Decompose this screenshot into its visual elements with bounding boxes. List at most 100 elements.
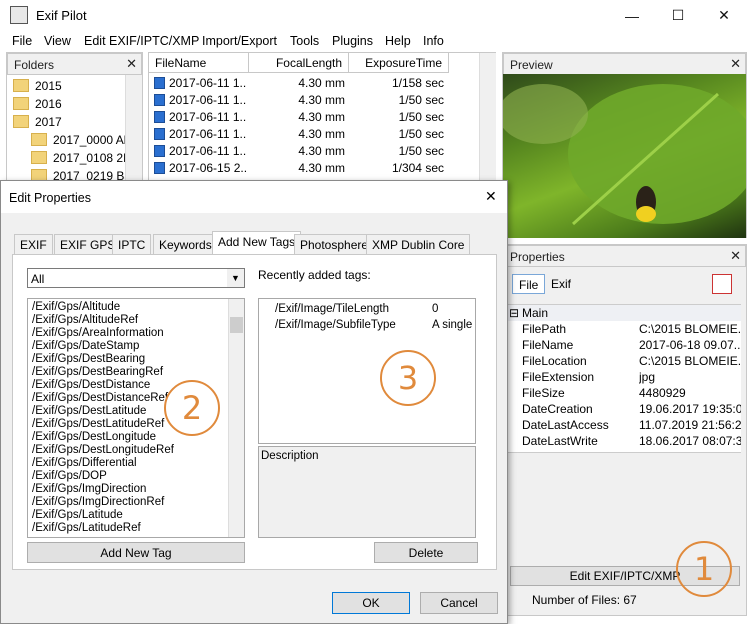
folder-icon bbox=[13, 97, 29, 110]
tab-xmp-dublin-core[interactable]: XMP Dublin Core bbox=[366, 234, 471, 254]
list-item[interactable]: /Exif/Gps/DestDistanceRef bbox=[32, 392, 168, 404]
tab-keywords[interactable]: Keywords bbox=[153, 234, 218, 254]
property-row[interactable]: DateCreation 19.06.2017 19:35:02 bbox=[507, 401, 741, 417]
property-row[interactable]: DateLastWrite 18.06.2017 08:07:38 bbox=[507, 433, 741, 449]
list-item[interactable]: /Exif/Gps/DestLongitudeRef bbox=[32, 444, 174, 456]
property-row[interactable]: FileLocation C:\2015 BLOMEIE... bbox=[507, 353, 741, 369]
cancel-button[interactable]: Cancel bbox=[420, 592, 498, 614]
close-button[interactable]: ✕ bbox=[701, 0, 747, 31]
list-item[interactable]: /Exif/Gps/DestLatitudeRef bbox=[32, 418, 164, 430]
callout-1: 1 bbox=[676, 541, 732, 597]
list-item[interactable]: /Exif/Gps/DestBearing bbox=[32, 353, 145, 365]
file-list-scrollbar[interactable] bbox=[479, 53, 496, 186]
menu-help[interactable]: Help bbox=[385, 34, 411, 48]
recent-tag-name: /Exif/Image/TileLength bbox=[275, 303, 389, 315]
add-new-tag-button[interactable]: Add New Tag bbox=[27, 542, 245, 563]
table-row[interactable]: 2017-06-11 1... 4.30 mm 1/50 sec bbox=[149, 92, 479, 109]
export-icon[interactable] bbox=[712, 274, 732, 294]
ok-button[interactable]: OK bbox=[332, 592, 410, 614]
menu-plugins[interactable]: Plugins bbox=[332, 34, 373, 48]
property-row[interactable]: FileName 2017-06-18 09.07... bbox=[507, 337, 741, 353]
recent-tags-label: Recently added tags: bbox=[258, 268, 371, 282]
table-row[interactable]: 2017-06-11 1... 4.30 mm 1/50 sec bbox=[149, 143, 479, 160]
list-item[interactable]: /Exif/Gps/AltitudeRef bbox=[32, 314, 138, 326]
property-group[interactable]: ⊟ Main bbox=[507, 305, 741, 321]
collapse-icon[interactable]: ⊟ bbox=[509, 306, 519, 320]
image-file-icon bbox=[154, 145, 165, 157]
recent-tag-value: A single p bbox=[432, 319, 476, 331]
callout-3: 3 bbox=[380, 350, 436, 406]
recent-tag-name: /Exif/Image/SubfileType bbox=[275, 319, 396, 331]
list-item[interactable]: /Exif/Gps/DestDistance bbox=[32, 379, 150, 391]
menu-file[interactable]: File bbox=[12, 34, 32, 48]
table-row[interactable]: 2017-06-11 1... 4.30 mm 1/50 sec bbox=[149, 109, 479, 126]
folder-icon bbox=[31, 133, 47, 146]
tab-file[interactable]: File bbox=[512, 274, 546, 294]
column-header-focallength[interactable]: FocalLength bbox=[249, 53, 349, 73]
menu-info[interactable]: Info bbox=[423, 34, 444, 48]
menu-tools[interactable]: Tools bbox=[290, 34, 319, 48]
tab-iptc[interactable]: IPTC bbox=[112, 234, 152, 254]
app-icon bbox=[10, 6, 28, 24]
tab-photosphere[interactable]: Photosphere bbox=[294, 234, 375, 254]
list-item[interactable]: /Exif/Gps/DOP bbox=[32, 470, 107, 482]
list-item[interactable]: /Exif/Gps/ImgDirectionRef bbox=[32, 496, 164, 508]
description-box: Description bbox=[258, 446, 476, 538]
status-file-count: Number of Files: 67 bbox=[532, 593, 637, 607]
tag-list-scrollbar[interactable] bbox=[228, 299, 244, 537]
list-item[interactable]: /Exif/Gps/AreaInformation bbox=[32, 327, 164, 339]
list-item[interactable]: /Exif/Gps/Latitude bbox=[32, 509, 123, 521]
recent-tags-list[interactable]: /Exif/Image/TileLength 0 /Exif/Image/Sub… bbox=[258, 298, 476, 444]
maximize-button[interactable]: ☐ bbox=[655, 0, 701, 31]
property-row[interactable]: FileSize 4480929 bbox=[507, 385, 741, 401]
list-item[interactable]: /Exif/Gps/DestLatitude bbox=[32, 405, 146, 417]
folders-title: Folders bbox=[14, 58, 55, 72]
column-header-exposuretime[interactable]: ExposureTime bbox=[349, 53, 449, 73]
property-row[interactable]: FilePath C:\2015 BLOMEIE... bbox=[507, 321, 741, 337]
list-item[interactable]: /Exif/Gps/Altitude bbox=[32, 301, 120, 313]
folders-scrollbar[interactable] bbox=[125, 75, 142, 186]
folders-header: Folders ✕ bbox=[7, 53, 142, 75]
recent-tag-value: 0 bbox=[432, 303, 439, 315]
chevron-down-icon[interactable]: ▼ bbox=[227, 269, 244, 287]
menu-edit-exif[interactable]: Edit EXIF/IPTC/XMP bbox=[84, 34, 199, 48]
folder-item[interactable]: 2017_0108 2K bbox=[31, 151, 125, 169]
dialog-close-icon[interactable]: ✕ bbox=[485, 188, 497, 205]
preview-header: Preview ✕ bbox=[503, 53, 746, 75]
tab-exif[interactable]: Exif bbox=[545, 274, 577, 294]
table-row[interactable]: 2017-06-15 2... 4.30 mm 1/304 sec bbox=[149, 160, 479, 177]
callout-2: 2 bbox=[164, 380, 220, 436]
list-item[interactable]: /Exif/Gps/DestBearingRef bbox=[32, 366, 163, 378]
folder-item[interactable]: 2017 bbox=[13, 115, 62, 133]
menu-view[interactable]: View bbox=[44, 34, 71, 48]
folders-close-icon[interactable]: ✕ bbox=[126, 56, 137, 72]
menu-import-export[interactable]: Import/Export bbox=[202, 34, 277, 48]
folder-item[interactable]: 2015 bbox=[13, 79, 62, 97]
properties-title: Properties bbox=[510, 250, 565, 264]
tab-add-new-tags[interactable]: Add New Tags bbox=[212, 231, 302, 255]
table-row[interactable]: 2017-06-11 1... 4.30 mm 1/50 sec bbox=[149, 126, 479, 143]
dialog-title-bar: Edit Properties ✕ bbox=[1, 181, 507, 213]
folder-item[interactable]: 2016 bbox=[13, 97, 62, 115]
list-item[interactable]: /Exif/Gps/ImgDirection bbox=[32, 483, 146, 495]
scroll-thumb[interactable] bbox=[230, 317, 243, 333]
property-row[interactable]: DateLastAccess 11.07.2019 21:56:21 bbox=[507, 417, 741, 433]
properties-header: Properties ✕ bbox=[503, 245, 746, 267]
minimize-button[interactable]: — bbox=[609, 0, 655, 31]
property-row[interactable]: FileExtension jpg bbox=[507, 369, 741, 385]
column-header-filename[interactable]: FileName bbox=[149, 53, 249, 73]
table-row[interactable]: 2017-06-11 1... 4.30 mm 1/158 sec bbox=[149, 75, 479, 92]
list-item[interactable]: /Exif/Gps/LatitudeRef bbox=[32, 522, 141, 534]
list-item[interactable]: /Exif/Gps/Differential bbox=[32, 457, 137, 469]
list-item[interactable]: /Exif/Gps/DestLongitude bbox=[32, 431, 156, 443]
image-file-icon bbox=[154, 111, 165, 123]
image-file-icon bbox=[154, 128, 165, 140]
preview-close-icon[interactable]: ✕ bbox=[730, 56, 741, 72]
delete-button[interactable]: Delete bbox=[374, 542, 478, 563]
tab-exif[interactable]: EXIF bbox=[14, 234, 53, 254]
list-item[interactable]: /Exif/Gps/DateStamp bbox=[32, 340, 139, 352]
folders-panel: Folders ✕ 2015 2016 2017 2017_0000 Ab 20… bbox=[6, 52, 143, 187]
tag-filter-select[interactable]: All ▼ bbox=[27, 268, 245, 288]
properties-close-icon[interactable]: ✕ bbox=[730, 248, 741, 264]
folder-item[interactable]: 2017_0000 Ab bbox=[31, 133, 125, 151]
